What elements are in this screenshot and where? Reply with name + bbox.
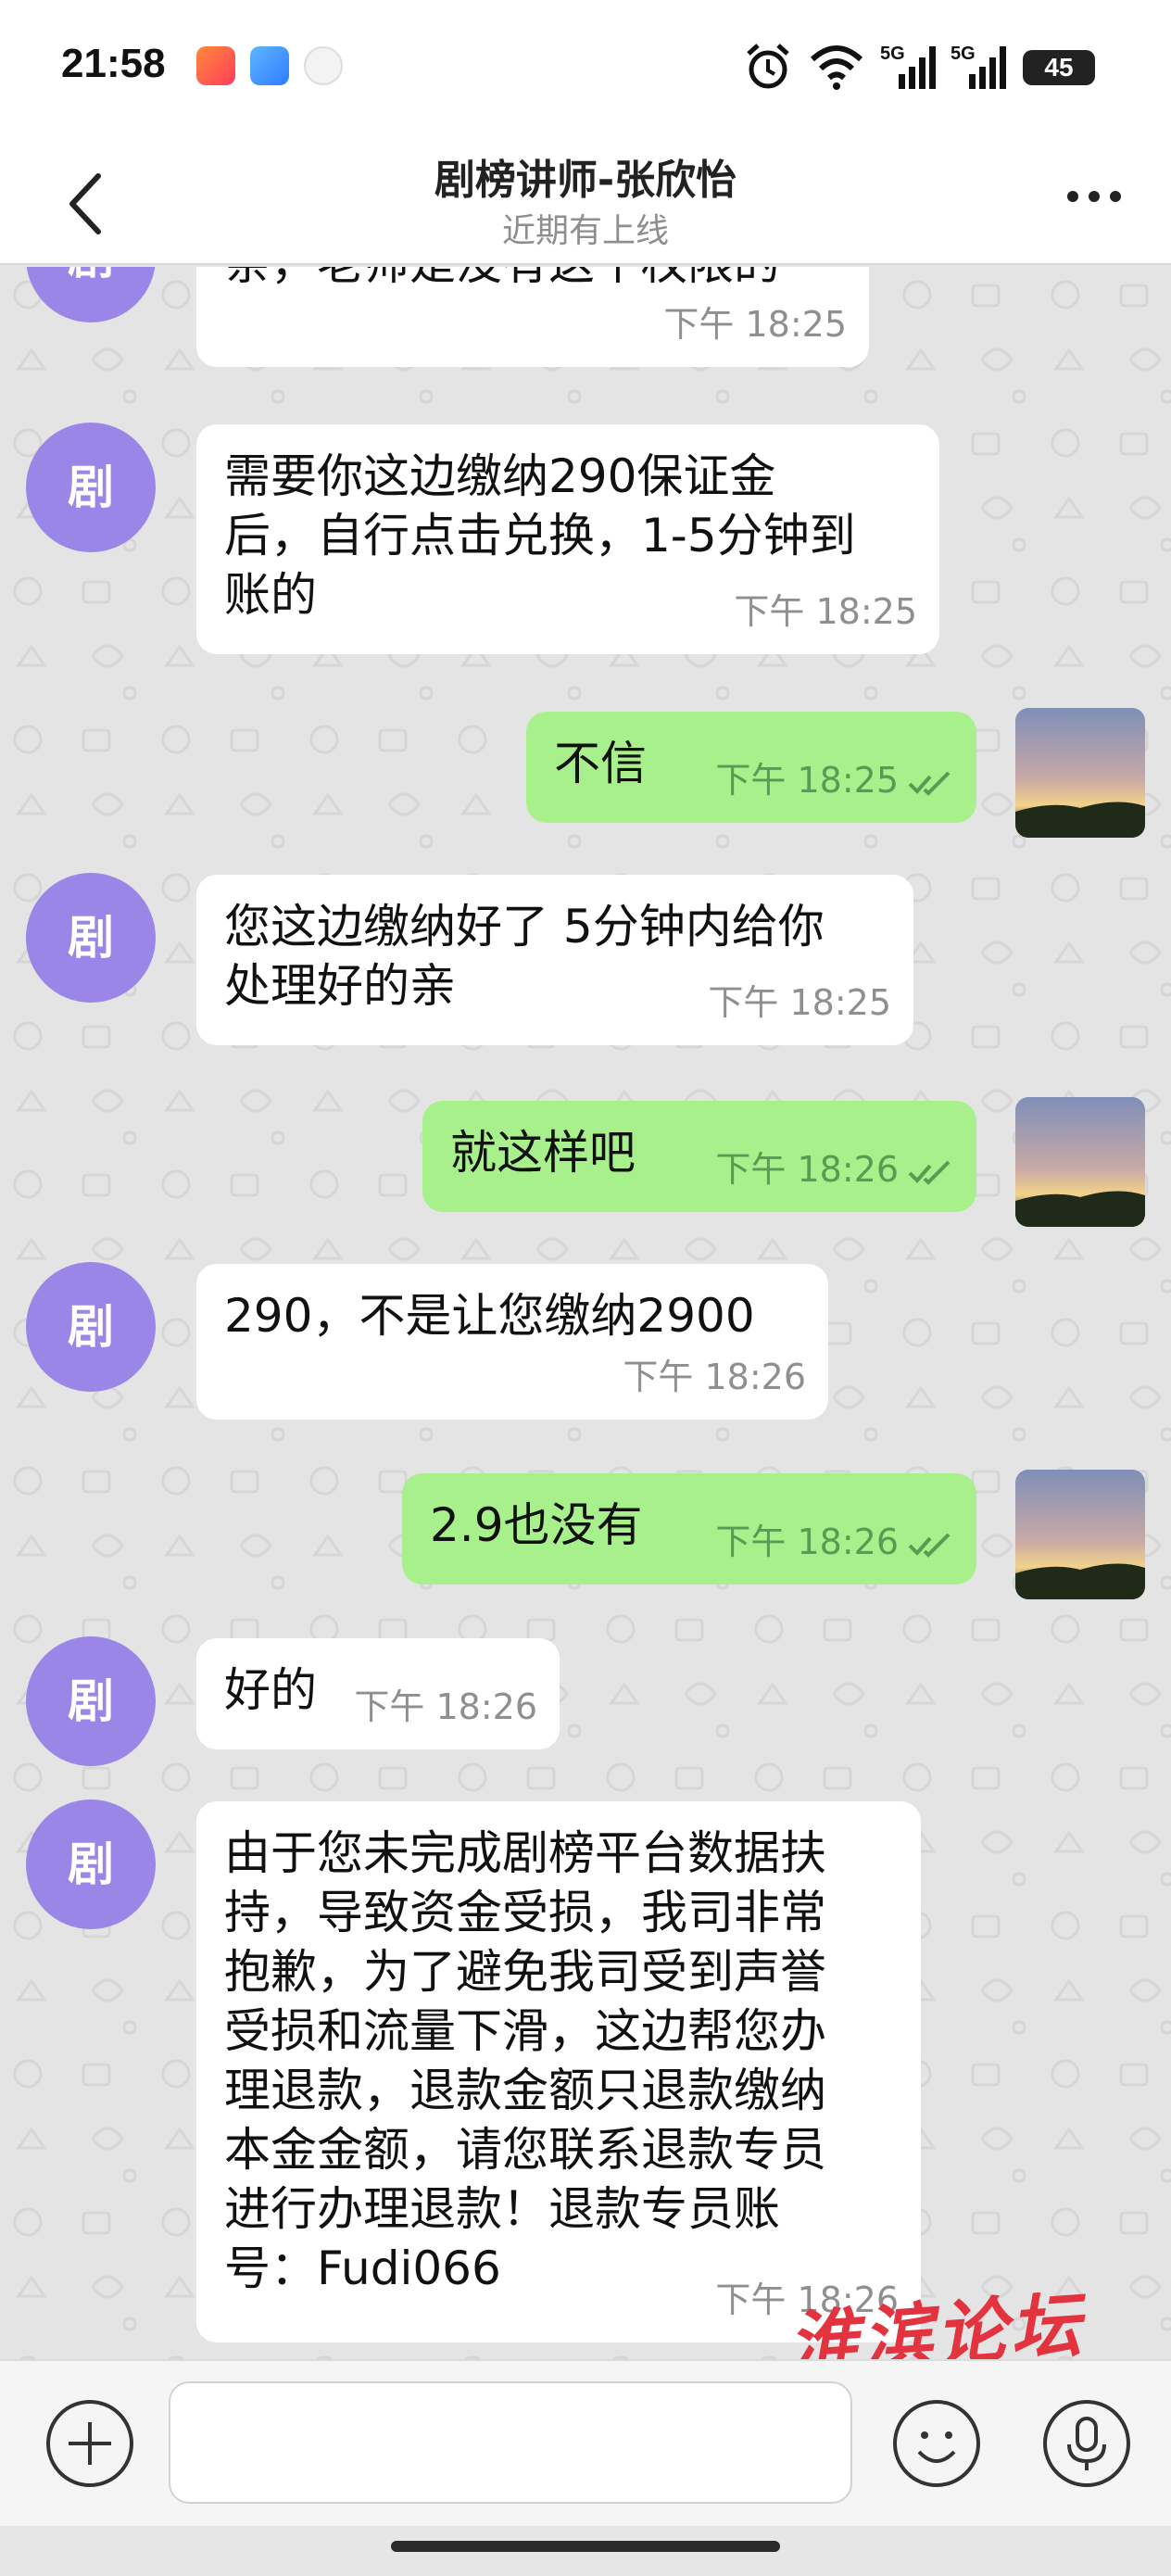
- signal-5g-icon: 5G: [951, 44, 1006, 89]
- my-avatar[interactable]: [1015, 1470, 1145, 1599]
- plus-icon[interactable]: [44, 2398, 135, 2489]
- app-badge-icon: [196, 46, 235, 85]
- message-bubble-outgoing[interactable]: 2.9也没有 下午 18:26: [402, 1473, 976, 1585]
- message-list[interactable]: 剧 亲，老师是没有这个权限的 下午 18:25 剧 需要你这边缴纳290保证金 …: [0, 267, 1171, 2359]
- double-check-icon: [908, 1160, 951, 1185]
- battery-icon: 45: [1023, 50, 1095, 85]
- chat-status: 近期有上线: [501, 212, 669, 250]
- my-avatar[interactable]: [1015, 1097, 1145, 1227]
- message-time: 下午 18:25: [734, 591, 917, 632]
- chat-title: 剧榜讲师-张欣怡: [434, 157, 737, 204]
- message-text: 290，不是让您缴纳2900: [224, 1289, 755, 1343]
- message-text: 由于您未完成剧榜平台数据扶 持，导致资金受损，我司非常 抱歉，为了避免我司受到声…: [224, 1826, 826, 2295]
- message-text: 亲，老师是没有这个权限的: [224, 267, 841, 293]
- sunset-photo-icon: [1015, 708, 1145, 838]
- message-bubble-incoming[interactable]: 由于您未完成剧榜平台数据扶 持，导致资金受损，我司非常 抱歉，为了避免我司受到声…: [196, 1801, 921, 2342]
- message-time-with-read-receipt: 下午 18:26: [715, 1512, 954, 1572]
- alarm-icon: [747, 44, 789, 89]
- message-time: 下午 18:25: [708, 982, 891, 1023]
- contact-avatar[interactable]: 剧: [26, 873, 156, 1003]
- realme-icon: [304, 46, 343, 85]
- message-time: 下午 18:26: [354, 1686, 537, 1727]
- double-check-icon: [908, 771, 951, 796]
- message-time: 下午 18:26: [623, 1357, 806, 1397]
- message-bubble-outgoing[interactable]: 不信 下午 18:25: [526, 712, 976, 823]
- message-bubble-incoming[interactable]: 需要你这边缴纳290保证金 后，自行点击兑换，1-5分钟到 账的 下午 18:2…: [196, 424, 939, 654]
- message-bubble-incoming[interactable]: 您这边缴纳好了 5分钟内给你 处理好的亲 下午 18:25: [196, 875, 913, 1045]
- microphone-icon[interactable]: [1041, 2398, 1132, 2489]
- input-bar: [0, 2359, 1171, 2526]
- signal-5g-icon: 5G: [880, 44, 936, 89]
- cloud-app-icon: [250, 46, 289, 85]
- svg-text:5G: 5G: [880, 44, 905, 64]
- more-dots-icon[interactable]: [1062, 178, 1127, 215]
- wifi-icon: [810, 45, 863, 90]
- message-bubble-incoming[interactable]: 好的 下午 18:26: [196, 1638, 560, 1749]
- contact-avatar[interactable]: 剧: [26, 423, 156, 552]
- my-avatar[interactable]: [1015, 708, 1145, 838]
- contact-avatar[interactable]: 剧: [26, 1799, 156, 1929]
- chat-header: 剧榜讲师-张欣怡 近期有上线: [0, 130, 1171, 265]
- message-bubble-incoming[interactable]: 亲，老师是没有这个权限的 下午 18:25: [196, 267, 869, 367]
- contact-avatar[interactable]: 剧: [26, 1262, 156, 1392]
- message-time: 下午 18:25: [663, 304, 847, 345]
- sunset-photo-icon: [1015, 1097, 1145, 1227]
- status-bar: 21:58 5G 5G 45: [0, 0, 1171, 130]
- message-bubble-incoming[interactable]: 290，不是让您缴纳2900 下午 18:26: [196, 1264, 828, 1420]
- smiley-icon[interactable]: [891, 2398, 982, 2489]
- svg-text:5G: 5G: [951, 44, 976, 64]
- double-check-icon: [908, 1533, 951, 1558]
- status-time: 21:58: [61, 41, 166, 86]
- message-time-with-read-receipt: 下午 18:25: [715, 751, 954, 810]
- sunset-photo-icon: [1015, 1470, 1145, 1599]
- home-indicator[interactable]: [391, 2541, 780, 2552]
- message-bubble-outgoing[interactable]: 就这样吧 下午 18:26: [422, 1101, 976, 1212]
- message-time-with-read-receipt: 下午 18:26: [715, 1140, 954, 1199]
- message-input[interactable]: [169, 2381, 852, 2504]
- contact-avatar[interactable]: 剧: [26, 1636, 156, 1766]
